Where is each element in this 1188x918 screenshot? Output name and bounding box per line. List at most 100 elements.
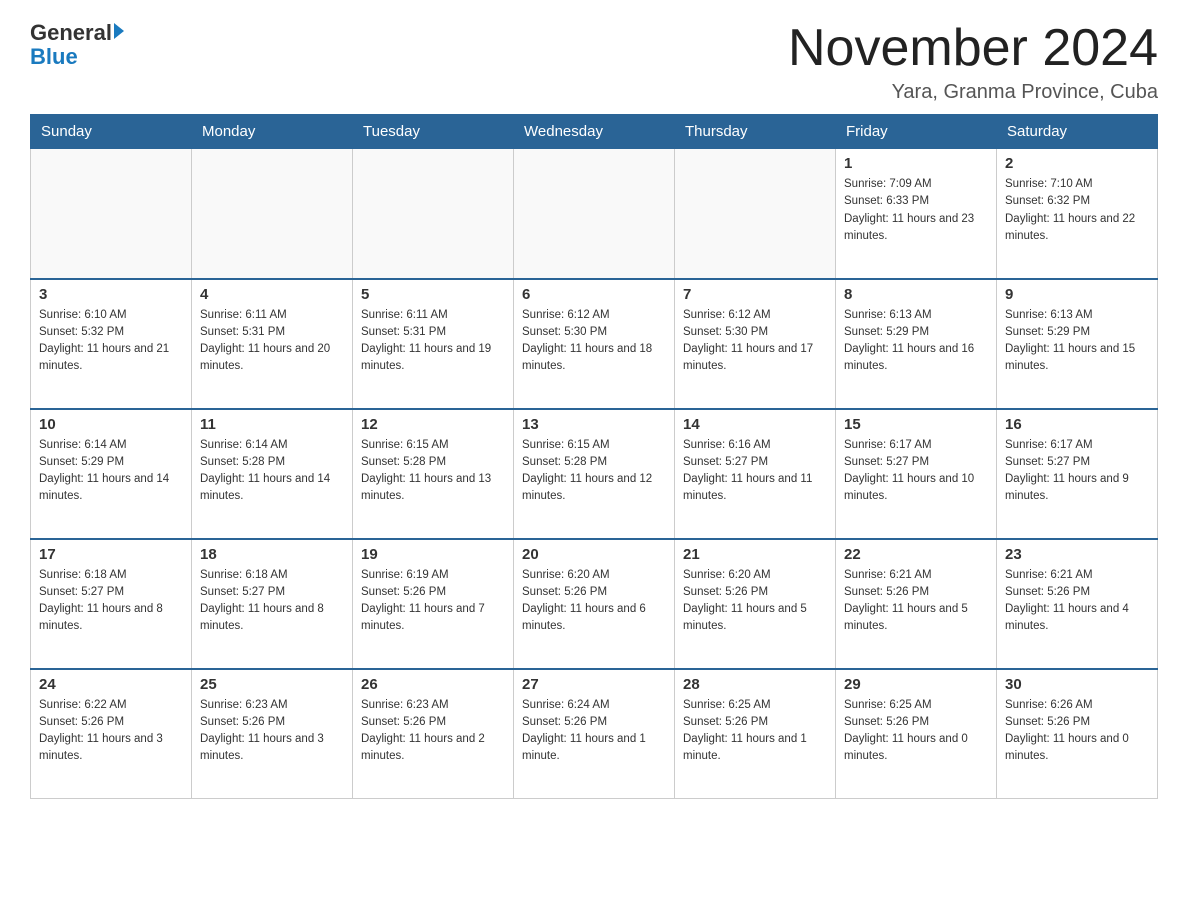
location: Yara, Granma Province, Cuba [788,81,1158,104]
calendar-cell: 30 Sunrise: 6:26 AMSunset: 5:26 PMDayligh… [997,669,1158,799]
header-saturday: Saturday [997,115,1158,149]
day-info: Sunrise: 6:22 AMSunset: 5:26 PMDaylight:… [39,697,183,766]
day-info: Sunrise: 6:16 AMSunset: 5:27 PMDaylight:… [683,437,827,506]
calendar-cell: 2 Sunrise: 7:10 AMSunset: 6:32 PMDaylight… [997,149,1158,279]
day-number: 27 [522,676,666,693]
calendar-cell [514,149,675,279]
calendar-cell: 14Sunrise: 6:16 AMSunset: 5:27 PMDayligh… [675,409,836,539]
logo-blue: Blue [30,44,78,70]
calendar-cell: 25 Sunrise: 6:23 AMSunset: 5:26 PMDayligh… [192,669,353,799]
calendar-row-3: 10Sunrise: 6:14 AMSunset: 5:29 PMDayligh… [31,409,1158,539]
calendar-cell: 21 Sunrise: 6:20 AMSunset: 5:26 PMDayligh… [675,539,836,669]
day-info: Sunrise: 6:13 AMSunset: 5:29 PMDaylight:… [844,307,988,376]
day-info: Sunrise: 6:18 AMSunset: 5:27 PMDaylight:… [39,567,183,636]
page-header: General Blue November 2024 Yara, Granma … [30,20,1158,104]
day-number: 30 [1005,676,1149,693]
day-info: Sunrise: 7:09 AMSunset: 6:33 PMDaylight:… [844,176,988,245]
day-number: 2 [1005,155,1149,172]
calendar-cell [353,149,514,279]
day-info: Sunrise: 6:18 AMSunset: 5:27 PMDaylight:… [200,567,344,636]
calendar-cell: 13 Sunrise: 6:15 AMSunset: 5:28 PMDayligh… [514,409,675,539]
day-info: Sunrise: 6:14 AMSunset: 5:28 PMDaylight:… [200,437,344,506]
day-number: 23 [1005,546,1149,563]
logo: General Blue [30,20,124,70]
header-friday: Friday [836,115,997,149]
calendar-cell: 24 Sunrise: 6:22 AMSunset: 5:26 PMDayligh… [31,669,192,799]
month-title: November 2024 [788,20,1158,77]
day-info: Sunrise: 6:13 AMSunset: 5:29 PMDaylight:… [1005,307,1149,376]
calendar-cell: 17 Sunrise: 6:18 AMSunset: 5:27 PMDayligh… [31,539,192,669]
day-number: 5 [361,286,505,303]
day-info: Sunrise: 6:21 AMSunset: 5:26 PMDaylight:… [844,567,988,636]
day-info: Sunrise: 6:26 AMSunset: 5:26 PMDaylight:… [1005,697,1149,766]
calendar-cell: 19Sunrise: 6:19 AMSunset: 5:26 PMDayligh… [353,539,514,669]
header-tuesday: Tuesday [353,115,514,149]
day-number: 20 [522,546,666,563]
day-info: Sunrise: 6:21 AMSunset: 5:26 PMDaylight:… [1005,567,1149,636]
calendar-cell: 9 Sunrise: 6:13 AMSunset: 5:29 PMDaylight… [997,279,1158,409]
day-number: 12 [361,416,505,433]
calendar-cell: 6 Sunrise: 6:12 AMSunset: 5:30 PMDaylight… [514,279,675,409]
day-number: 16 [1005,416,1149,433]
day-number: 4 [200,286,344,303]
day-info: Sunrise: 6:25 AMSunset: 5:26 PMDaylight:… [844,697,988,766]
day-info: Sunrise: 6:15 AMSunset: 5:28 PMDaylight:… [522,437,666,506]
calendar-cell: 20 Sunrise: 6:20 AMSunset: 5:26 PMDayligh… [514,539,675,669]
day-number: 7 [683,286,827,303]
day-info: Sunrise: 7:10 AMSunset: 6:32 PMDaylight:… [1005,176,1149,245]
day-info: Sunrise: 6:17 AMSunset: 5:27 PMDaylight:… [1005,437,1149,506]
calendar-cell: 27 Sunrise: 6:24 AMSunset: 5:26 PMDayligh… [514,669,675,799]
day-info: Sunrise: 6:23 AMSunset: 5:26 PMDaylight:… [361,697,505,766]
day-number: 15 [844,416,988,433]
day-number: 9 [1005,286,1149,303]
day-number: 22 [844,546,988,563]
calendar-cell: 1Sunrise: 7:09 AMSunset: 6:33 PMDaylight… [836,149,997,279]
day-number: 21 [683,546,827,563]
day-info: Sunrise: 6:20 AMSunset: 5:26 PMDaylight:… [522,567,666,636]
calendar-row-5: 24 Sunrise: 6:22 AMSunset: 5:26 PMDayligh… [31,669,1158,799]
calendar-cell: 18 Sunrise: 6:18 AMSunset: 5:27 PMDayligh… [192,539,353,669]
calendar-cell: 23 Sunrise: 6:21 AMSunset: 5:26 PMDayligh… [997,539,1158,669]
calendar-cell: 16 Sunrise: 6:17 AMSunset: 5:27 PMDayligh… [997,409,1158,539]
day-number: 6 [522,286,666,303]
day-info: Sunrise: 6:20 AMSunset: 5:26 PMDaylight:… [683,567,827,636]
day-info: Sunrise: 6:14 AMSunset: 5:29 PMDaylight:… [39,437,183,506]
header-wednesday: Wednesday [514,115,675,149]
day-number: 3 [39,286,183,303]
logo-text: General [30,20,124,46]
calendar-cell: 3 Sunrise: 6:10 AMSunset: 5:32 PMDaylight… [31,279,192,409]
calendar-cell [675,149,836,279]
day-info: Sunrise: 6:23 AMSunset: 5:26 PMDaylight:… [200,697,344,766]
day-info: Sunrise: 6:15 AMSunset: 5:28 PMDaylight:… [361,437,505,506]
day-number: 25 [200,676,344,693]
calendar-cell: 7 Sunrise: 6:12 AMSunset: 5:30 PMDaylight… [675,279,836,409]
day-number: 28 [683,676,827,693]
day-info: Sunrise: 6:10 AMSunset: 5:32 PMDaylight:… [39,307,183,376]
calendar-row-4: 17 Sunrise: 6:18 AMSunset: 5:27 PMDayligh… [31,539,1158,669]
calendar-cell: 26 Sunrise: 6:23 AMSunset: 5:26 PMDayligh… [353,669,514,799]
calendar-table: Sunday Monday Tuesday Wednesday Thursday… [30,114,1158,799]
day-number: 19 [361,546,505,563]
day-number: 18 [200,546,344,563]
calendar-cell: 15 Sunrise: 6:17 AMSunset: 5:27 PMDayligh… [836,409,997,539]
calendar-header-row: Sunday Monday Tuesday Wednesday Thursday… [31,115,1158,149]
day-number: 13 [522,416,666,433]
day-number: 24 [39,676,183,693]
day-info: Sunrise: 6:12 AMSunset: 5:30 PMDaylight:… [522,307,666,376]
calendar-cell: 29 Sunrise: 6:25 AMSunset: 5:26 PMDayligh… [836,669,997,799]
calendar-cell: 4Sunrise: 6:11 AMSunset: 5:31 PMDaylight… [192,279,353,409]
day-info: Sunrise: 6:17 AMSunset: 5:27 PMDaylight:… [844,437,988,506]
day-number: 8 [844,286,988,303]
title-section: November 2024 Yara, Granma Province, Cub… [788,20,1158,104]
day-number: 29 [844,676,988,693]
day-number: 26 [361,676,505,693]
calendar-cell: 22 Sunrise: 6:21 AMSunset: 5:26 PMDayligh… [836,539,997,669]
day-info: Sunrise: 6:12 AMSunset: 5:30 PMDaylight:… [683,307,827,376]
logo-arrow-icon [114,23,124,39]
day-number: 17 [39,546,183,563]
day-info: Sunrise: 6:24 AMSunset: 5:26 PMDaylight:… [522,697,666,766]
calendar-row-2: 3 Sunrise: 6:10 AMSunset: 5:32 PMDaylight… [31,279,1158,409]
calendar-cell [31,149,192,279]
calendar-cell: 10Sunrise: 6:14 AMSunset: 5:29 PMDayligh… [31,409,192,539]
day-info: Sunrise: 6:25 AMSunset: 5:26 PMDaylight:… [683,697,827,766]
